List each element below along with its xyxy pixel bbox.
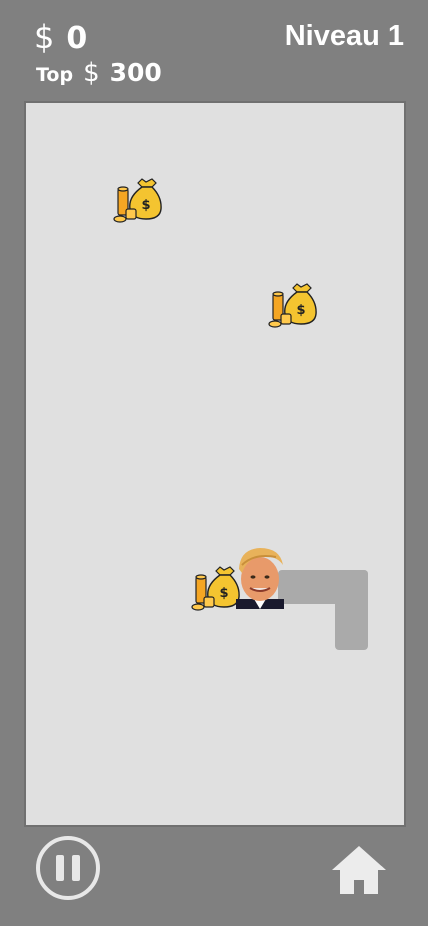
- top-currency-symbol: $: [83, 58, 100, 88]
- currency-symbol: $: [34, 18, 55, 56]
- game-board[interactable]: $ $ $: [24, 101, 406, 827]
- money-bag-icon: $: [191, 566, 240, 611]
- level-indicator: Niveau 1: [284, 20, 404, 52]
- snake-body-vertical: [335, 570, 368, 650]
- player-face: [236, 548, 284, 609]
- svg-text:$: $: [296, 303, 305, 318]
- money-bag-icon: $: [268, 283, 317, 328]
- pause-button[interactable]: [36, 836, 100, 900]
- top-score-value: 300: [109, 58, 162, 87]
- pause-icon-bar: [72, 855, 80, 881]
- home-icon[interactable]: [330, 844, 388, 896]
- top-score-display: Top $ 300: [36, 58, 162, 88]
- svg-text:$: $: [219, 586, 228, 601]
- money-bag-icon: $: [113, 178, 162, 223]
- svg-text:$: $: [141, 198, 150, 213]
- score-display: $ 0: [34, 18, 87, 56]
- score-value: 0: [66, 21, 88, 56]
- pause-icon: [56, 855, 64, 881]
- top-score-label: Top: [36, 64, 74, 86]
